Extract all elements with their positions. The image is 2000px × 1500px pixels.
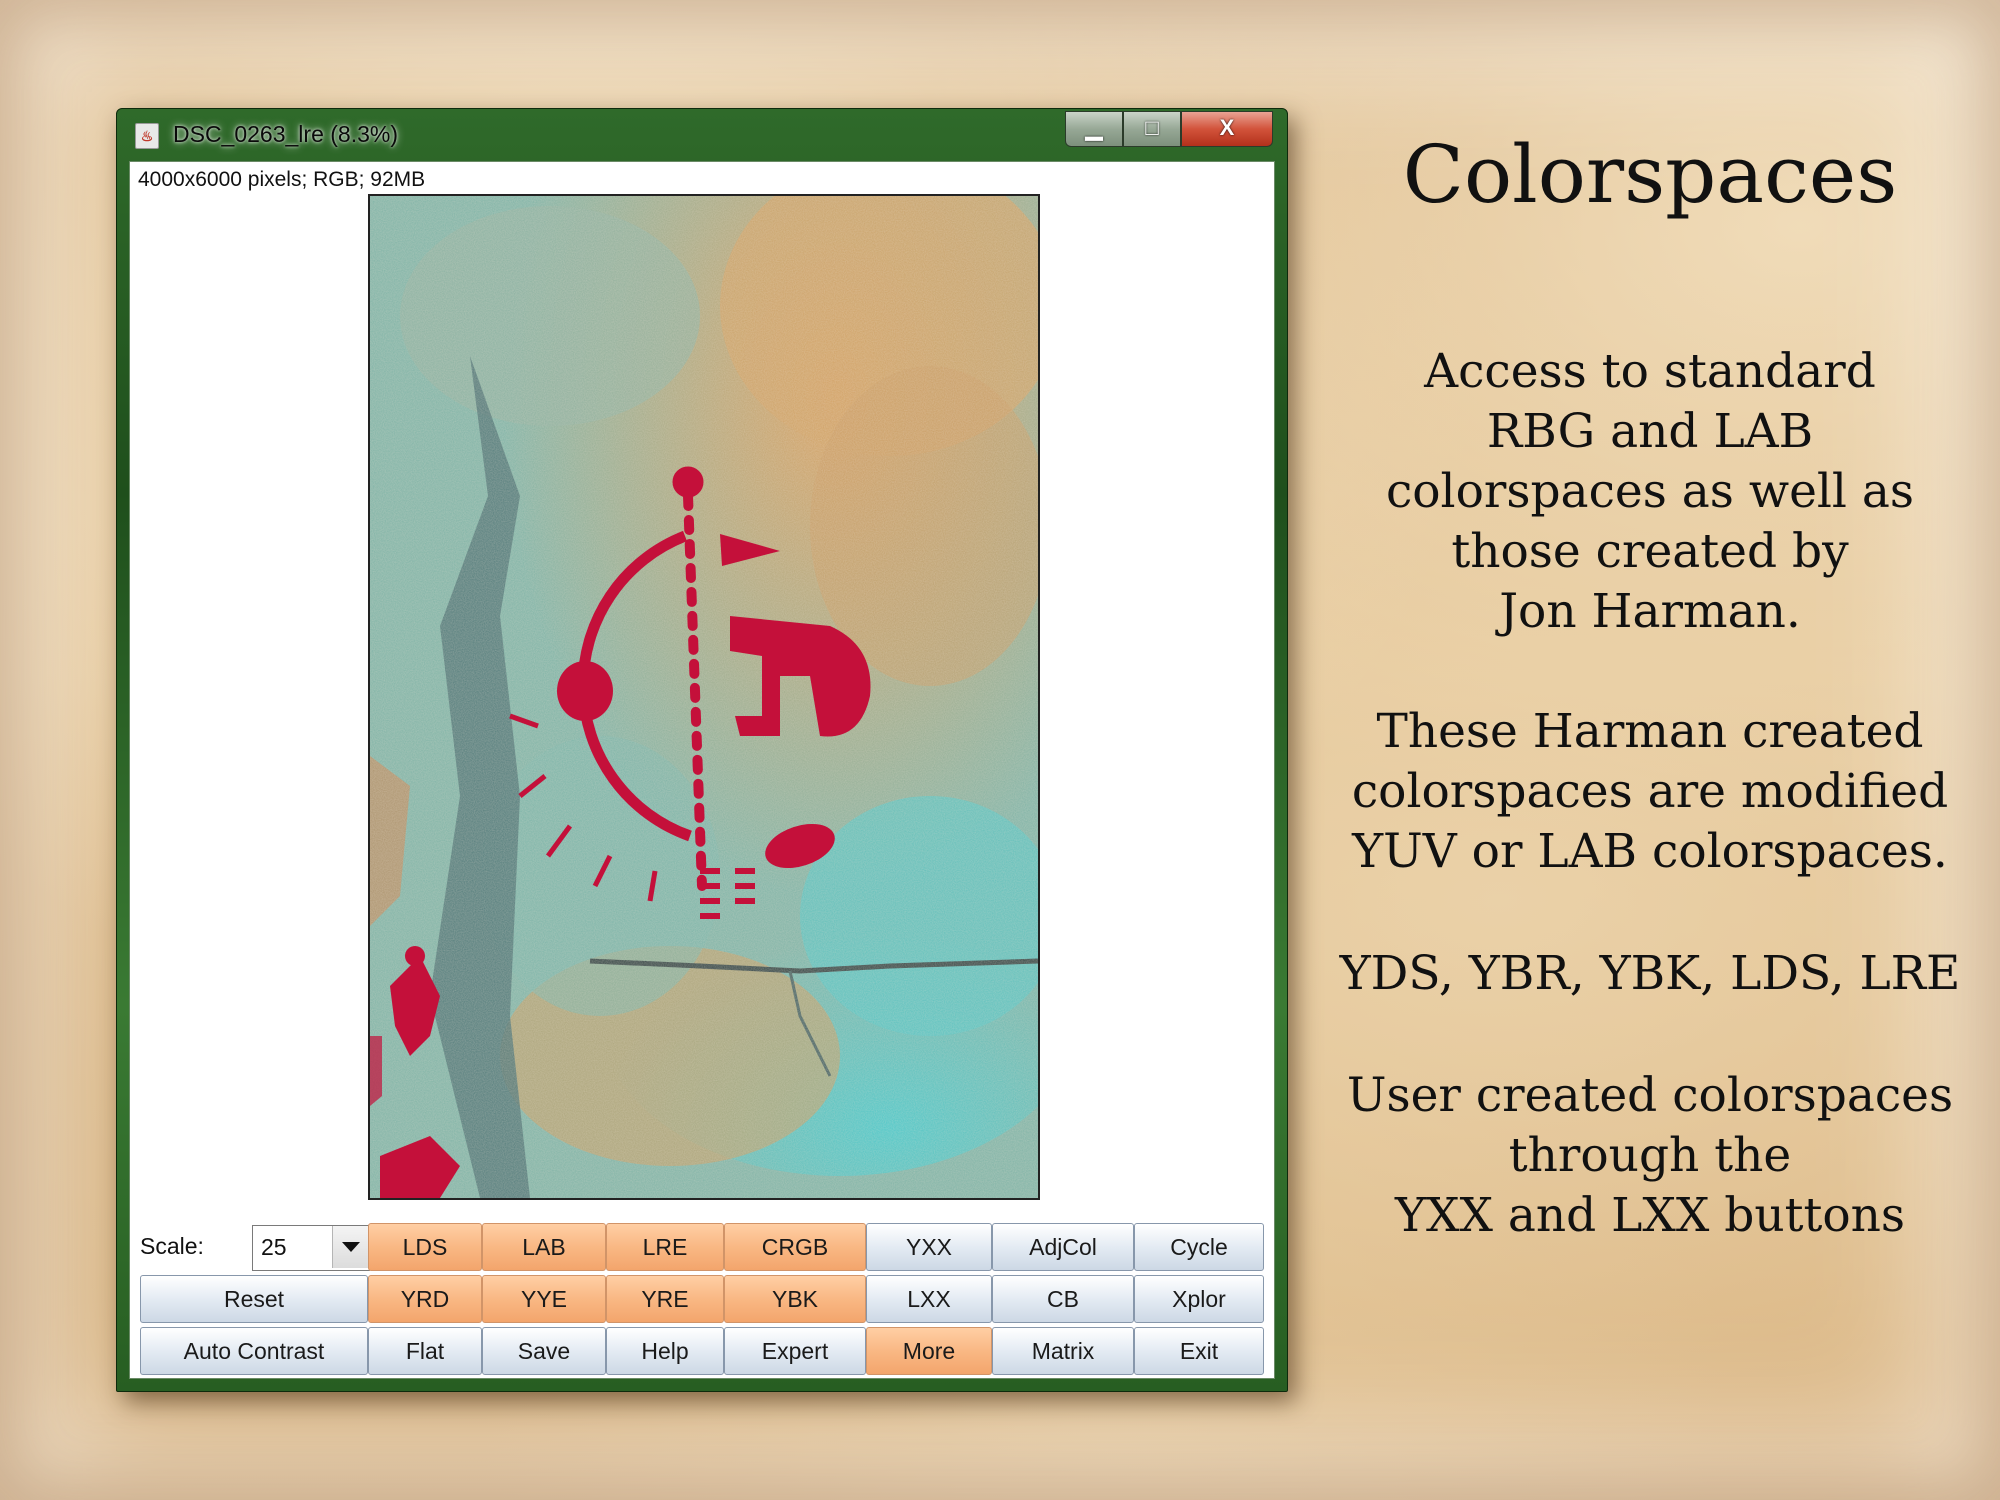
title-bar[interactable]: ♨ DSC_0263_lre (8.3%) ▁ □ X <box>117 109 1287 159</box>
save-button[interactable]: Save <box>482 1327 606 1375</box>
image-canvas[interactable] <box>368 194 1040 1200</box>
text-line: These Harman created <box>1376 704 1924 759</box>
cb-button[interactable]: CB <box>992 1275 1134 1323</box>
scale-label: Scale: <box>140 1233 204 1259</box>
expert-button[interactable]: Expert <box>724 1327 866 1375</box>
lre-button[interactable]: LRE <box>606 1223 724 1271</box>
text-line: colorspaces are modified <box>1351 764 1949 819</box>
lab-button[interactable]: LAB <box>482 1223 606 1271</box>
slide-text-panel: Colorspaces Access to standard RBG and L… <box>1310 120 1990 1243</box>
lxx-button[interactable]: LXX <box>866 1275 992 1323</box>
text-line: Access to standard <box>1424 344 1876 399</box>
window-content: 4000x6000 pixels; RGB; 92MB Scale: 25 LD… <box>129 161 1275 1379</box>
paragraph-user: User created colorspaces through the YXX… <box>1310 1066 1990 1246</box>
window-title: DSC_0263_lre (8.3%) <box>173 121 399 147</box>
scale-value: 25 <box>261 1234 287 1260</box>
minimize-button[interactable]: ▁ <box>1065 111 1123 147</box>
xplor-button[interactable]: Xplor <box>1134 1275 1264 1323</box>
flat-button[interactable]: Flat <box>368 1327 482 1375</box>
text-line: User created colorspaces <box>1346 1068 1954 1123</box>
reset-button[interactable]: Reset <box>140 1275 368 1323</box>
image-info: 4000x6000 pixels; RGB; 92MB <box>138 168 426 191</box>
rock-art-image <box>370 196 1038 1198</box>
text-line: colorspaces as well as <box>1385 464 1915 519</box>
text-line: Jon Harman. <box>1499 584 1801 639</box>
auto-contrast-button[interactable]: Auto Contrast <box>140 1327 368 1375</box>
maximize-button[interactable]: □ <box>1123 111 1181 147</box>
lds-button[interactable]: LDS <box>368 1223 482 1271</box>
window-controls: ▁ □ X <box>1065 111 1273 147</box>
text-line: YUV or LAB colorspaces. <box>1352 824 1948 879</box>
yrd-button[interactable]: YRD <box>368 1275 482 1323</box>
paragraph-access: Access to standard RBG and LAB colorspac… <box>1310 342 1990 642</box>
matrix-button[interactable]: Matrix <box>992 1327 1134 1375</box>
yye-button[interactable]: YYE <box>482 1275 606 1323</box>
yre-button[interactable]: YRE <box>606 1275 724 1323</box>
yxx-button[interactable]: YXX <box>866 1223 992 1271</box>
exit-button[interactable]: Exit <box>1134 1327 1264 1375</box>
scale-combobox[interactable]: 25 <box>252 1225 370 1271</box>
paragraph-harman: These Harman created colorspaces are mod… <box>1310 702 1990 882</box>
chevron-down-icon[interactable] <box>332 1226 369 1268</box>
controls-panel: Scale: 25 LDS LAB LRE CRGB YXX AdjCol Cy… <box>130 1219 1274 1379</box>
java-app-icon[interactable]: ♨ <box>135 123 159 149</box>
adjcol-button[interactable]: AdjCol <box>992 1223 1134 1271</box>
text-line: RBG and LAB <box>1486 404 1814 459</box>
cycle-button[interactable]: Cycle <box>1134 1223 1264 1271</box>
text-line: those created by <box>1451 524 1849 579</box>
crgb-button[interactable]: CRGB <box>724 1223 866 1271</box>
paragraph-list: YDS, YBR, YBK, LDS, LRE <box>1310 944 1990 1004</box>
text-line: YDS, YBR, YBK, LDS, LRE <box>1339 946 1961 1001</box>
help-button[interactable]: Help <box>606 1327 724 1375</box>
close-button[interactable]: X <box>1181 111 1273 147</box>
slide-heading: Colorspaces <box>1402 128 1898 221</box>
more-button[interactable]: More <box>866 1327 992 1375</box>
text-line: through the <box>1508 1128 1792 1183</box>
image-window: ♨ DSC_0263_lre (8.3%) ▁ □ X 4000x6000 pi… <box>116 108 1288 1392</box>
text-line: YXX and LXX buttons <box>1394 1188 1906 1243</box>
ybk-button[interactable]: YBK <box>724 1275 866 1323</box>
